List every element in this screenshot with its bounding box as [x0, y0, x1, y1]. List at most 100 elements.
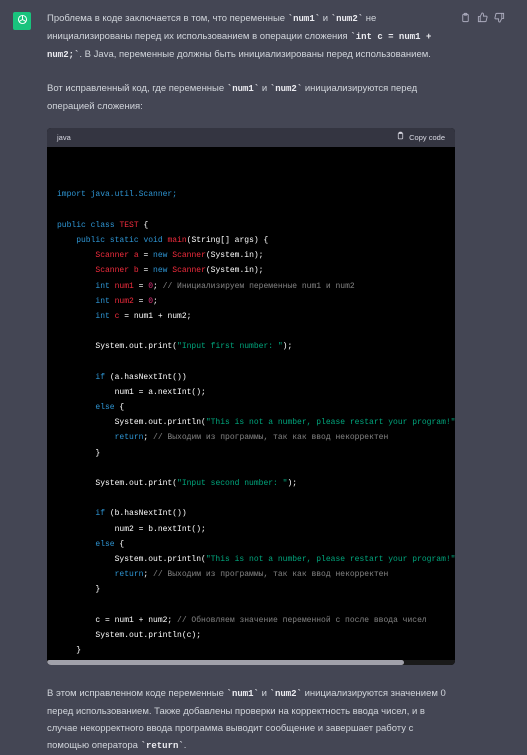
code-token: void	[143, 235, 163, 245]
assistant-avatar	[13, 12, 31, 30]
code-token: =	[138, 251, 154, 261]
code-token: (b.hasNextInt())	[105, 509, 187, 519]
code-line: System.out.println("This is not a number…	[57, 415, 455, 430]
code-token: System.out.println(c);	[57, 630, 202, 640]
inline-code: `num1`	[226, 84, 260, 94]
clipboard-icon[interactable]	[460, 12, 471, 26]
code-token: System.out.print(	[57, 478, 178, 488]
code-token: ;	[153, 296, 158, 306]
code-token: Scanner	[95, 251, 130, 261]
code-token: public	[76, 235, 106, 245]
horizontal-scrollbar[interactable]	[47, 660, 455, 665]
scrollbar-thumb[interactable]	[47, 660, 404, 665]
code-token: );	[282, 342, 293, 352]
code-line: public static void main(String[] args) {	[57, 233, 445, 248]
inline-code: `num2`	[330, 14, 364, 24]
code-token: "Input first number: "	[177, 342, 283, 352]
thumbs-up-icon[interactable]	[477, 12, 488, 26]
assistant-message: Проблема в коде заключается в том, что п…	[47, 10, 457, 755]
message-text: .	[183, 740, 187, 751]
code-token: (a.hasNextInt())	[105, 372, 187, 382]
inline-code: `num2`	[269, 689, 302, 699]
code-line: System.out.print("Input second number: "…	[57, 476, 445, 491]
code-token: // Выходим из программы, так как ввод не…	[153, 433, 389, 443]
code-token: System.out.println(	[57, 554, 206, 564]
code-token: }	[57, 585, 101, 595]
code-token: }	[57, 448, 101, 458]
code-token: }	[57, 646, 82, 656]
code-token: else	[95, 539, 115, 549]
copy-code-label: Copy code	[409, 133, 445, 142]
code-token: num1	[114, 281, 134, 291]
code-line: c = num1 + num2; // Обновляем значение п…	[57, 613, 445, 628]
code-token: "This is not a number, please restart yo…	[205, 554, 455, 564]
code-line: public class TEST {	[57, 218, 445, 233]
openai-logo-icon	[16, 13, 29, 29]
code-token: public	[57, 220, 86, 230]
code-token: =	[133, 296, 149, 306]
code-token: if	[95, 509, 106, 519]
code-line: System.out.print("Input first number: ")…	[57, 339, 445, 354]
code-line: }	[57, 446, 445, 461]
code-token: = num1 + num2;	[119, 311, 192, 321]
clipboard-icon	[396, 129, 405, 146]
code-line: else {	[57, 400, 445, 415]
code-line: if (b.hasNextInt())	[57, 506, 445, 521]
code-token: (String[] args) {	[186, 235, 269, 245]
copy-code-button[interactable]: Copy code	[396, 129, 445, 146]
code-token: {	[114, 539, 125, 549]
message-text: Вот исправленный код, где переменные	[47, 83, 227, 94]
code-line: return; // Выходим из программы, так как…	[57, 567, 445, 582]
code-line: }	[57, 582, 445, 597]
code-token: ;	[143, 570, 154, 580]
message-text: и	[320, 13, 331, 24]
message-text: Проблема в коде заключается в том, что п…	[47, 13, 288, 24]
code-header: java Copy code	[47, 128, 455, 147]
message-paragraph: Проблема в коде заключается в том, что п…	[47, 10, 457, 64]
message-actions	[460, 12, 505, 26]
inline-code: `num1`	[226, 689, 259, 699]
code-token: // Выходим из программы, так как ввод не…	[153, 570, 389, 580]
code-token: (System.in);	[205, 251, 264, 261]
code-token: {	[138, 220, 149, 230]
message-paragraph: В этом исправленном коде переменные `num…	[47, 685, 457, 755]
code-line: if (a.hasNextInt())	[57, 370, 445, 385]
code-token: // Обновляем значение переменной c после…	[177, 615, 427, 625]
code-token: int	[95, 281, 110, 291]
code-line: else {	[57, 537, 445, 552]
message-text: и	[259, 83, 270, 94]
code-line: num2 = b.nextInt();	[57, 522, 445, 537]
code-token: import java.util.Scanner;	[57, 190, 178, 200]
code-line: Scanner a = new Scanner(System.in);	[57, 248, 445, 263]
code-token: if	[95, 372, 106, 382]
code-token: // Инициализируем переменные num1 и num2	[162, 281, 355, 291]
code-token: new	[153, 251, 168, 261]
code-token: ;	[143, 433, 154, 443]
thumbs-down-icon[interactable]	[494, 12, 505, 26]
code-content[interactable]: import java.util.Scanner; public class T…	[47, 147, 455, 665]
code-token: num2	[114, 296, 134, 306]
code-token: return	[114, 433, 144, 443]
code-token: num2 = b.nextInt();	[57, 524, 206, 534]
code-line: int num1 = 0; // Инициализируем переменн…	[57, 279, 445, 294]
inline-code: `num2`	[269, 84, 303, 94]
code-line: int num2 = 0;	[57, 294, 445, 309]
message-text: В этом исправленном коде переменные	[47, 688, 227, 699]
code-token: num1 = a.nextInt();	[57, 387, 206, 397]
